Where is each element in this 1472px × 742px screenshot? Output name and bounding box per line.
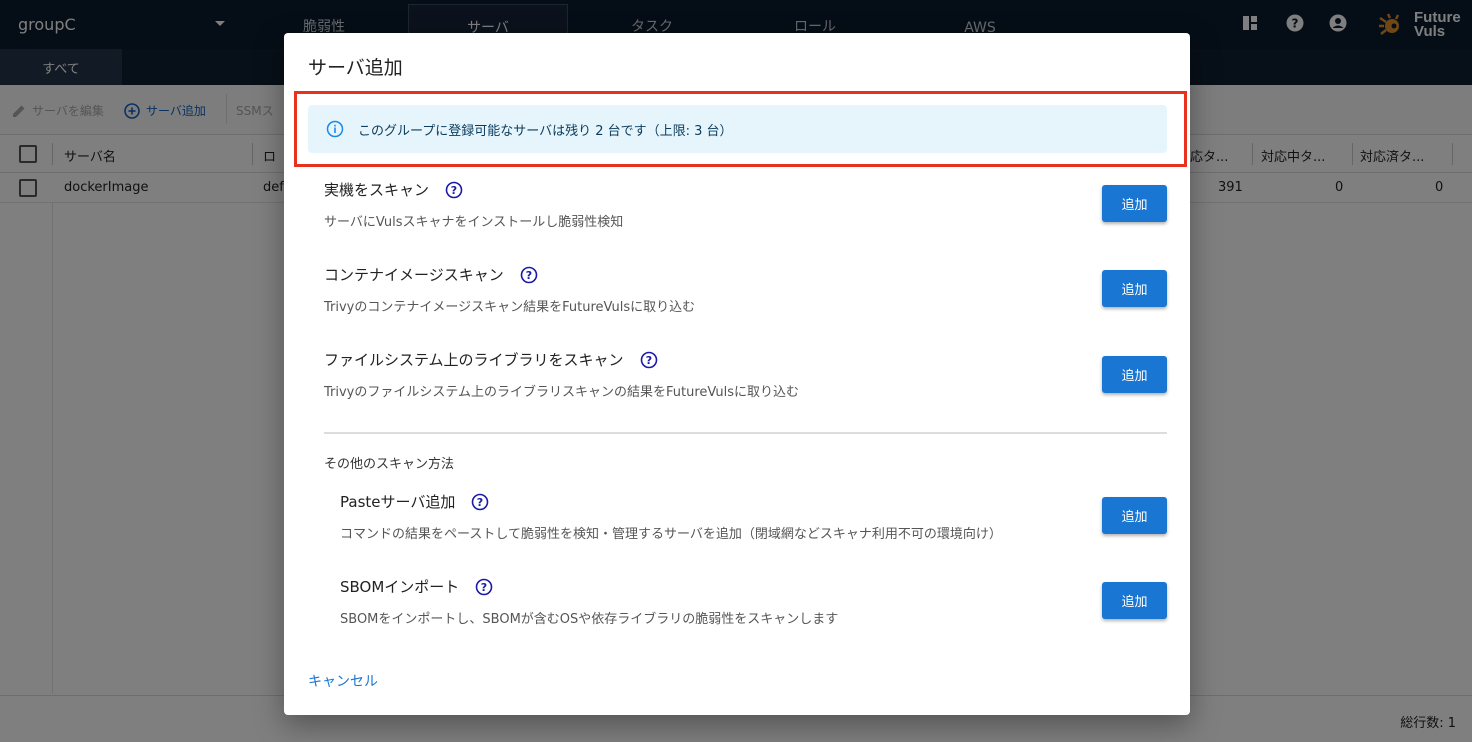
help-circle-icon[interactable]: ?	[520, 266, 538, 284]
option-description: Trivyのファイルシステム上のライブラリスキャンの結果をFutureVulsに…	[324, 385, 800, 400]
option-title-text: 実機をスキャン	[324, 181, 430, 199]
option-title: Pasteサーバ追加 ?	[340, 491, 489, 512]
svg-text:?: ?	[477, 496, 483, 509]
option-title: ファイルシステム上のライブラリをスキャン ?	[324, 349, 658, 370]
help-circle-icon[interactable]: ?	[640, 351, 658, 369]
add-button-container-scan[interactable]: 追加	[1102, 270, 1167, 307]
option-title: SBOMインポート ?	[340, 576, 493, 597]
add-server-dialog: サーバ追加 このグループに登録可能なサーバは残り 2 台です（上限: 3 台） …	[284, 33, 1190, 715]
option-title: 実機をスキャン ?	[324, 179, 463, 200]
option-title-text: ファイルシステム上のライブラリをスキャン	[324, 351, 624, 369]
option-title-text: Pasteサーバ追加	[340, 493, 456, 511]
svg-text:?: ?	[526, 269, 532, 282]
svg-text:?: ?	[481, 581, 487, 594]
dialog-title: サーバ追加	[308, 57, 403, 79]
cancel-button[interactable]: キャンセル	[308, 671, 378, 691]
svg-text:?: ?	[645, 354, 651, 367]
add-button-sbom-import[interactable]: 追加	[1102, 582, 1167, 619]
help-circle-icon[interactable]: ?	[471, 493, 489, 511]
option-description: サーバにVulsスキャナをインストールし脆弱性検知	[324, 215, 624, 230]
option-description: SBOMをインポートし、SBOMが含むOSや依存ライブラリの脆弱性をスキャンしま…	[340, 612, 839, 627]
add-button-machine-scan[interactable]: 追加	[1102, 185, 1167, 222]
help-circle-icon[interactable]: ?	[445, 181, 463, 199]
section-divider	[324, 432, 1167, 434]
option-title-text: SBOMインポート	[340, 578, 460, 596]
other-methods-label: その他のスキャン方法	[324, 457, 455, 472]
option-description: Trivyのコンテナイメージスキャン結果をFutureVulsに取り込む	[324, 300, 696, 315]
add-button-paste-server[interactable]: 追加	[1102, 497, 1167, 534]
option-description: コマンドの結果をペーストして脆弱性を検知・管理するサーバを追加（閉域網などスキャ…	[340, 527, 1002, 542]
option-title-text: コンテナイメージスキャン	[324, 266, 504, 284]
highlight-box	[294, 91, 1187, 167]
svg-text:?: ?	[451, 184, 457, 197]
option-title: コンテナイメージスキャン ?	[324, 264, 538, 285]
help-circle-icon[interactable]: ?	[475, 578, 493, 596]
add-button-filesystem-scan[interactable]: 追加	[1102, 356, 1167, 393]
